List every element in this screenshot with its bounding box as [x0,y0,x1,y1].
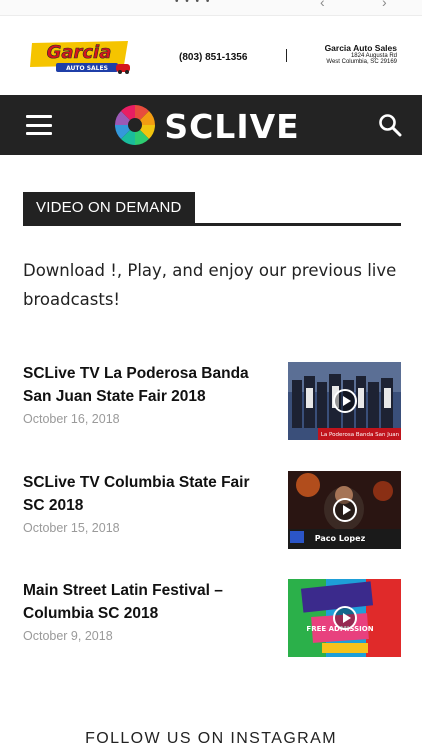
post-date: October 16, 2018 [23,412,120,426]
back-arrow-icon[interactable]: ‹ [320,0,325,10]
hamburger-menu-icon[interactable] [26,115,52,135]
sponsor-ad-banner[interactable]: Garcia AUTO SALES (803) 851-1356 Garcia … [0,30,422,90]
thumb-caption: Paco Lopez [315,534,366,543]
ad-phone-number[interactable]: (803) 851-1356 [179,52,247,63]
post-thumbnail[interactable]: La Poderosa Banda San Juan [288,362,401,440]
post-thumbnail[interactable]: Paco Lopez [288,471,401,549]
ad-brand-name: Garcia [47,42,112,63]
play-icon[interactable] [333,606,357,630]
sclive-pinwheel-icon [115,105,155,145]
section-title: VIDEO ON DEMAND [23,192,195,223]
ad-address-line2: West Columbia, SC 29169 [326,59,397,66]
forward-arrow-icon[interactable]: › [382,0,387,10]
post-title[interactable]: Main Street Latin Festival – Columbia SC… [23,579,273,625]
browser-top-strip: • • • • ‹ › [0,0,422,16]
thumb-caption: La Poderosa Banda San Juan [321,432,400,438]
play-icon[interactable] [333,498,357,522]
logo-text: SCLIVE [164,107,299,146]
post-date: October 15, 2018 [23,521,120,535]
post-item[interactable]: SCLive TV Columbia State Fair SC 2018 Oc… [23,471,401,551]
post-date: October 9, 2018 [23,629,113,643]
post-item[interactable]: Main Street Latin Festival – Columbia SC… [23,579,401,659]
intro-text: Download !, Play, and enjoy our previous… [23,261,397,309]
ad-business-info: Garcia Auto Sales 1824 Augusta Rd West C… [325,44,397,66]
browser-menu-icon[interactable] [22,0,44,2]
page-dots-icon: • • • • [175,0,212,7]
post-item[interactable]: SCLive TV La Poderosa Banda San Juan Sta… [23,362,401,442]
post-thumbnail[interactable]: FREE ADMISSION [288,579,401,657]
site-header: SCLIVE [0,95,422,155]
section-title-bar: VIDEO ON DEMAND [23,192,401,226]
instagram-heading: FOLLOW US ON INSTAGRAM [85,730,337,747]
post-title[interactable]: SCLive TV Columbia State Fair SC 2018 [23,471,273,517]
ad-brand-sub: AUTO SALES [66,65,108,72]
ad-divider [286,49,287,62]
play-icon[interactable] [333,389,357,413]
sclive-logo[interactable]: SCLIVE [113,103,313,147]
ad-business-name: Garcia Auto Sales [324,43,397,53]
post-title[interactable]: SCLive TV La Poderosa Banda San Juan Sta… [23,362,273,408]
garcia-auto-sales-logo: Garcia AUTO SALES [30,41,130,74]
search-icon[interactable] [378,113,402,137]
